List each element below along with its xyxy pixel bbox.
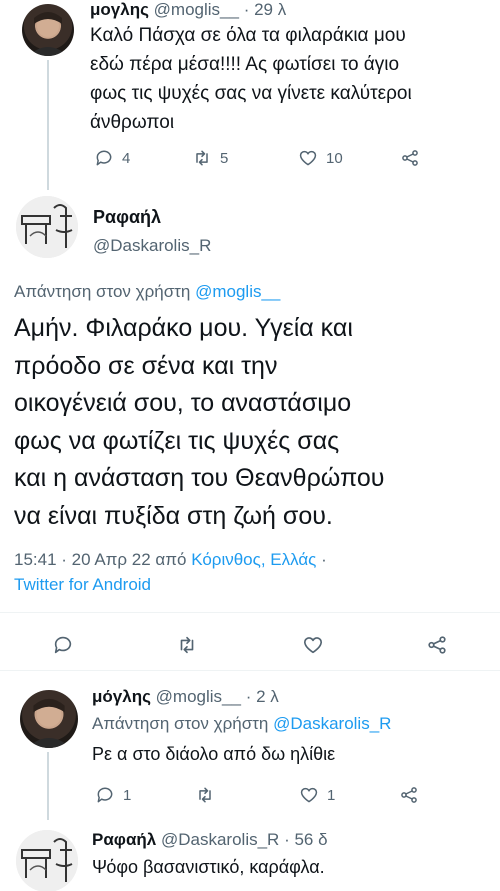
share-button[interactable] — [426, 634, 448, 656]
author-handle[interactable]: @Daskarolis_R — [161, 830, 279, 849]
reply-2-header: Ραφαήλ @Daskarolis_R · 56 δ — [92, 830, 328, 850]
tweet-time[interactable]: · 56 δ — [284, 830, 327, 849]
retweet-icon — [180, 636, 194, 654]
like-icon — [303, 637, 323, 654]
main-tweet-author: Ραφαήλ @Daskarolis_R — [93, 207, 211, 256]
text-line: φως τις ψυχές σας να γίνετε καλύτεροι — [90, 83, 412, 104]
retweet-icon — [199, 787, 211, 803]
author-name[interactable]: μογλης — [90, 0, 149, 19]
author-handle[interactable]: @moglis__ — [156, 687, 241, 706]
thread-line — [47, 60, 49, 190]
author-handle[interactable]: @moglis__ — [154, 0, 239, 19]
like-count: 1 — [327, 786, 336, 804]
meta-separator: · — [321, 550, 327, 569]
reply-1-actions: 1 1 — [95, 785, 419, 805]
tweet-meta: 15:41 · 20 Απρ 22 από Κόρινθος, Ελλάς · … — [14, 547, 327, 597]
reply-1-text: Ρε α στο διάολο από δω ηλίθιε — [92, 744, 336, 764]
top-tweet-actions: 4 5 10 — [94, 148, 420, 168]
like-icon — [300, 787, 318, 803]
reply-context: Απάντηση στον χρήστη @Daskarolis_R — [92, 714, 391, 734]
retweet-button[interactable]: 5 — [192, 148, 298, 168]
retweet-count: 5 — [220, 149, 229, 167]
reply-count: 1 — [123, 786, 132, 804]
author-name[interactable]: Ραφαήλ — [93, 207, 211, 228]
tweet-client[interactable]: Twitter for Android — [14, 572, 327, 597]
main-tweet-text: Αμήν. Φιλαράκο μου. Υγεία και πρόοδο σε … — [14, 310, 384, 535]
reply-prefix: Απάντηση στον χρήστη — [14, 282, 191, 301]
tweet-time[interactable]: · 29 λ — [244, 0, 287, 19]
author-handle[interactable]: @Daskarolis_R — [93, 236, 211, 256]
avatar-moglis[interactable] — [20, 690, 78, 748]
tweet-location[interactable]: Κόρινθος, Ελλάς — [191, 550, 316, 569]
share-icon — [428, 636, 446, 654]
divider — [0, 670, 500, 671]
text-line: εδώ πέρα μέσα!!!! Ας φωτίσει το άγιο — [90, 54, 400, 75]
like-count: 10 — [326, 149, 343, 167]
text-line: και η ανάσταση του Θεανθρώπου — [14, 464, 385, 492]
reply-icon — [96, 150, 112, 166]
top-tweet-header: μογλης @moglis__ · 29 λ — [90, 0, 286, 20]
reply-icon — [97, 787, 113, 803]
avatar-moglis[interactable] — [22, 4, 74, 56]
reply-button[interactable] — [52, 634, 176, 656]
reply-prefix: Απάντηση στον χρήστη — [92, 714, 269, 733]
thread-line — [47, 752, 49, 820]
reply-to-link[interactable]: @Daskarolis_R — [273, 714, 391, 733]
retweet-button[interactable] — [176, 634, 302, 656]
top-tweet-text: Καλό Πάσχα σε όλα τα φιλαράκια μου εδώ π… — [90, 21, 412, 137]
text-line: πρόοδο σε σένα και την — [14, 351, 278, 380]
divider — [0, 612, 500, 613]
avatar-rafail[interactable] — [16, 196, 78, 258]
reply-icon — [54, 636, 72, 654]
like-button[interactable]: 10 — [298, 148, 400, 168]
tweet-time[interactable]: · 2 λ — [246, 687, 279, 706]
text-line: φως να φωτίζει τις ψυχές σας — [14, 426, 340, 455]
author-name[interactable]: Ραφαήλ — [92, 830, 156, 849]
tweet-timestamp[interactable]: 15:41 · 20 Απρ 22 από — [14, 550, 186, 569]
reply-button[interactable]: 4 — [94, 148, 192, 168]
reply-button[interactable]: 1 — [95, 785, 195, 805]
retweet-icon — [196, 150, 208, 166]
share-icon — [402, 150, 418, 166]
author-name[interactable]: μόγλης — [92, 687, 151, 706]
share-button[interactable] — [400, 148, 420, 168]
reply-count: 4 — [122, 149, 131, 167]
reply-context: Απάντηση στον χρήστη @moglis__ — [14, 282, 280, 302]
like-button[interactable] — [302, 634, 426, 656]
reply-2-text: Ψόφο βασανιστικό, καράφλα. — [92, 857, 325, 877]
avatar-rafail[interactable] — [16, 830, 78, 891]
like-button[interactable]: 1 — [299, 785, 399, 805]
share-icon — [401, 787, 417, 803]
text-line: οικογένειά σου, το αναστάσιμο — [14, 389, 352, 417]
text-line: Αμήν. Φιλαράκο μου. Υγεία και — [14, 314, 353, 342]
reply-to-link[interactable]: @moglis__ — [195, 282, 280, 301]
retweet-button[interactable] — [195, 785, 299, 805]
like-icon — [299, 150, 317, 166]
text-line: να είναι πυξίδα στη ζωή σου. — [14, 501, 333, 530]
share-button[interactable] — [399, 785, 419, 805]
text-line: Καλό Πάσχα σε όλα τα φιλαράκια μου — [90, 25, 406, 46]
text-line: άνθρωποι — [90, 112, 175, 133]
main-tweet-actions — [52, 634, 448, 656]
reply-1-header: μόγλης @moglis__ · 2 λ — [92, 687, 279, 707]
